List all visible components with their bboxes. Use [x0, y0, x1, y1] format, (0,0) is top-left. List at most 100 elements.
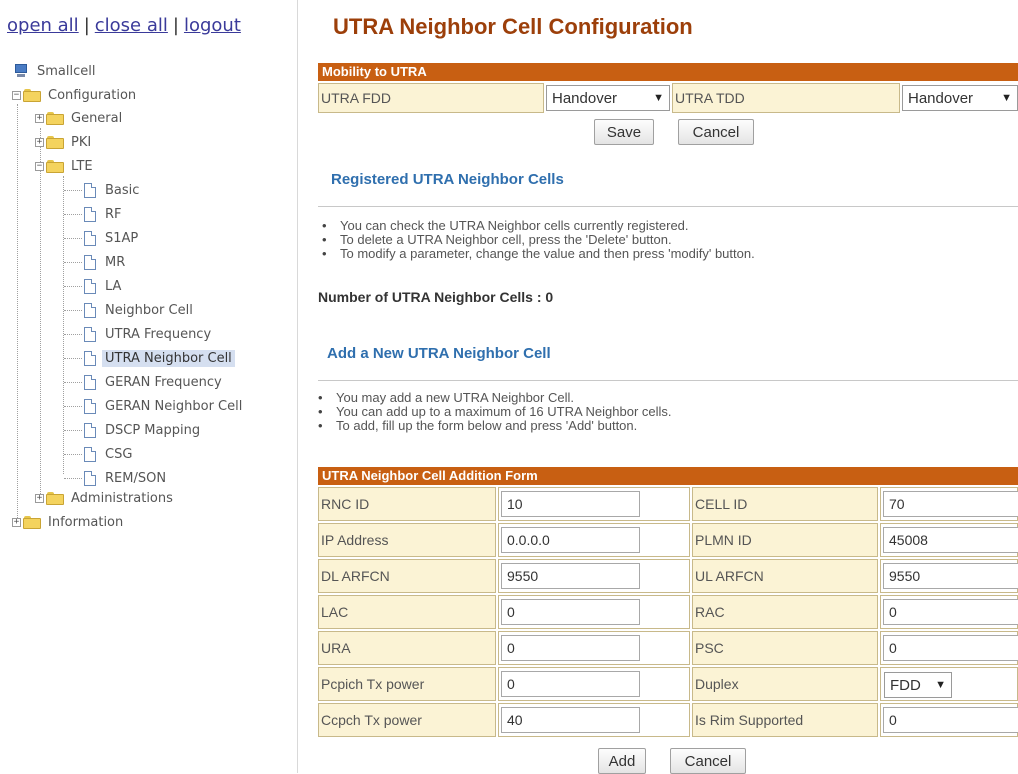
tree-line [64, 358, 82, 359]
form-header: UTRA Neighbor Cell Addition Form [318, 467, 1018, 485]
page-icon [84, 350, 96, 366]
duplex-value: FDD [890, 676, 921, 694]
tree-item-la[interactable]: LA [64, 276, 124, 296]
divider [318, 206, 1018, 207]
form-input-psc[interactable] [883, 635, 1018, 661]
tree-item-utra-frequency[interactable]: UTRA Frequency [64, 324, 214, 344]
expand-icon[interactable]: + [35, 493, 44, 503]
page-icon [84, 422, 96, 438]
tree-line [64, 406, 82, 407]
form-value-cell [498, 523, 690, 557]
form-input-pcpich-tx-power[interactable] [501, 671, 640, 697]
page-icon [84, 398, 96, 414]
collapse-icon[interactable]: − [35, 161, 44, 171]
form-label: Duplex [692, 667, 878, 701]
form-label: PSC [692, 631, 878, 665]
form-value-cell [880, 559, 1018, 593]
form-input-ip-address[interactable] [501, 527, 640, 553]
tree-item-utra-neighbor-cell[interactable]: UTRA Neighbor Cell [64, 348, 235, 368]
tree-line [64, 334, 82, 335]
tree-item-rf[interactable]: RF [64, 204, 125, 224]
tree-item-csg[interactable]: CSG [64, 444, 135, 464]
form-input-rac[interactable] [883, 599, 1018, 625]
tree-item-general[interactable]: + General [35, 108, 125, 128]
add-button[interactable]: Add [598, 748, 646, 774]
tree-item-s1ap[interactable]: S1AP [64, 228, 141, 248]
expand-icon[interactable]: + [12, 517, 21, 527]
form-cancel-button[interactable]: Cancel [670, 748, 746, 774]
tree-item-label: Neighbor Cell [105, 302, 193, 318]
mobility-cancel-button[interactable]: Cancel [678, 119, 754, 145]
tree-item-configuration[interactable]: − Configuration [12, 85, 139, 105]
tree-item-label: MR [105, 254, 126, 270]
form-input-ura[interactable] [501, 635, 640, 661]
tree-item-neighbor-cell[interactable]: Neighbor Cell [64, 300, 196, 320]
tree-line [40, 128, 41, 498]
tree-line [64, 238, 82, 239]
tree-item-pki[interactable]: + PKI [35, 132, 94, 152]
form-value-cell: FDD ▼ [880, 667, 1018, 701]
tree-item-basic[interactable]: Basic [64, 180, 142, 200]
form-label: Is Rim Supported [692, 703, 878, 737]
form-input-rnc-id[interactable] [501, 491, 640, 517]
form-label: UL ARFCN [692, 559, 878, 593]
form-input-cell-id[interactable] [883, 491, 1018, 517]
tree-item-geran-frequency[interactable]: GERAN Frequency [64, 372, 225, 392]
form-input-lac[interactable] [501, 599, 640, 625]
navigation-pane: open all | close all | logout Smallcell − Co… [0, 0, 298, 773]
tree-line [64, 454, 82, 455]
duplex-select[interactable]: FDD ▼ [884, 672, 952, 698]
tree-item-information[interactable]: + Information [12, 512, 126, 532]
tree-item-lte[interactable]: − LTE [35, 156, 96, 176]
expand-icon[interactable]: + [35, 113, 44, 123]
mobility-header: Mobility to UTRA [318, 63, 1018, 81]
form-label: IP Address [318, 523, 496, 557]
list-item: To delete a UTRA Neighbor cell, press th… [320, 233, 755, 248]
tree-item-label: GERAN Frequency [105, 374, 222, 390]
tree-item-label: DSCP Mapping [105, 422, 201, 438]
page-icon [84, 326, 96, 342]
form-input-is-rim-supported[interactable] [883, 707, 1018, 733]
tree-root[interactable]: Smallcell [14, 61, 98, 81]
tree-line [64, 214, 82, 215]
form-value-cell [880, 631, 1018, 665]
link-separator: | [83, 15, 90, 36]
page-icon [84, 206, 96, 222]
tree-item-administrations[interactable]: + Administrations [35, 488, 176, 508]
close-all-link[interactable]: close all [95, 15, 168, 36]
form-label: RAC [692, 595, 878, 629]
folder-open-icon [46, 159, 64, 173]
list-item: To add, fill up the form below and press… [316, 419, 672, 434]
form-value-cell [498, 487, 690, 521]
dropdown-caret-icon: ▼ [1001, 92, 1012, 104]
form-input-ul-arfcn[interactable] [883, 563, 1018, 589]
page-title: UTRA Neighbor Cell Configuration [333, 14, 693, 39]
registered-instructions: You can check the UTRA Neighbor cells cu… [320, 219, 755, 262]
utra-tdd-value: Handover [908, 89, 974, 107]
save-button[interactable]: Save [594, 119, 654, 145]
form-input-dl-arfcn[interactable] [501, 563, 640, 589]
tree-line [64, 382, 82, 383]
utra-fdd-select[interactable]: Handover ▼ [546, 85, 670, 111]
utra-fdd-label: UTRA FDD [318, 83, 544, 113]
tree-item-mr[interactable]: MR [64, 252, 128, 272]
form-label: RNC ID [318, 487, 496, 521]
form-value-cell [880, 487, 1018, 521]
dropdown-caret-icon: ▼ [653, 92, 664, 104]
utra-tdd-select[interactable]: Handover ▼ [902, 85, 1018, 111]
tree-item-geran-neighbor-cell[interactable]: GERAN Neighbor Cell [64, 396, 245, 416]
open-all-link[interactable]: open all [7, 15, 79, 36]
tree-item-dscp-mapping[interactable]: DSCP Mapping [64, 420, 203, 440]
collapse-icon[interactable]: − [12, 90, 21, 100]
utra-fdd-value: Handover [552, 89, 618, 107]
folder-icon [46, 491, 64, 505]
form-value-cell [880, 523, 1018, 557]
registered-heading: Registered UTRA Neighbor Cells [331, 171, 564, 188]
form-input-plmn-id[interactable] [883, 527, 1018, 553]
tree-item-rem-son[interactable]: REM/SON [64, 468, 169, 488]
form-input-ccpch-tx-power[interactable] [501, 707, 640, 733]
expand-icon[interactable]: + [35, 137, 44, 147]
logout-link[interactable]: logout [184, 15, 241, 36]
folder-icon [23, 515, 41, 529]
form-label: DL ARFCN [318, 559, 496, 593]
